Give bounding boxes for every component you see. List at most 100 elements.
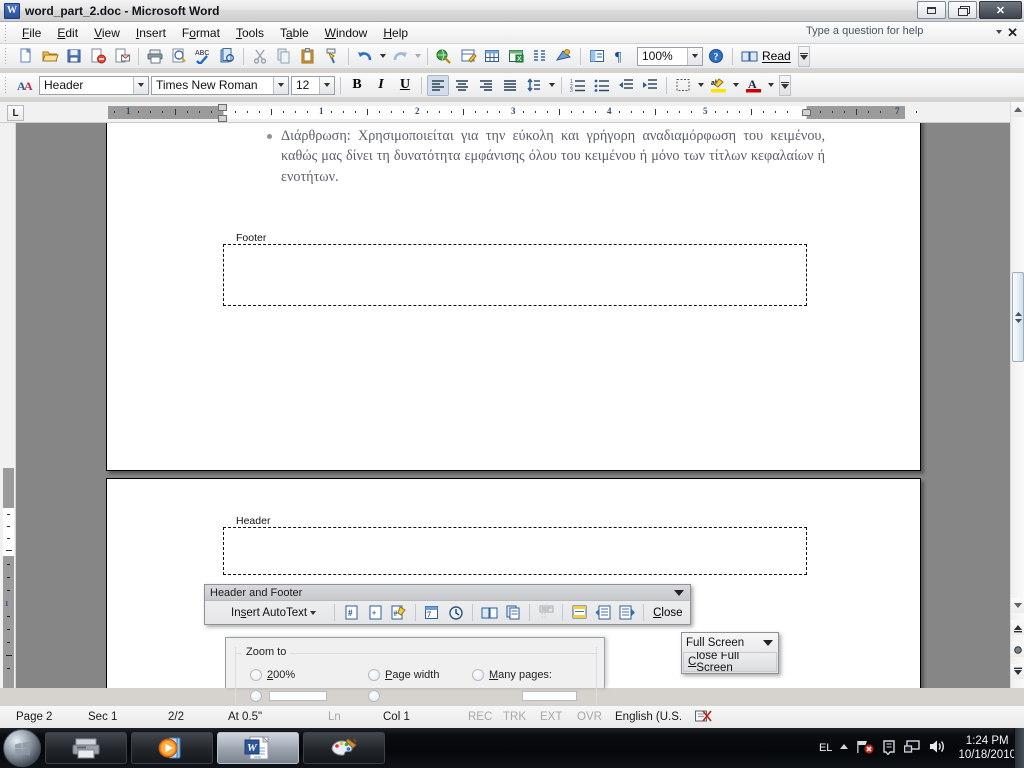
formatting-toolbar-grip[interactable] <box>3 77 10 93</box>
insert-date-icon[interactable]: 7 <box>421 602 443 623</box>
standard-toolbar-options-button[interactable] <box>797 45 810 67</box>
zoom-radio-row2-b[interactable] <box>368 690 380 702</box>
paste-icon[interactable] <box>297 46 319 67</box>
ask-a-question-box[interactable]: Type a question for help <box>804 25 994 41</box>
zoom-radio-200[interactable]: 200% <box>250 669 295 681</box>
show-formatting-marks-icon[interactable]: ¶ <box>610 46 632 67</box>
horizontal-ruler[interactable]: L 1 1 2 3 4 5 7 <box>0 102 1010 123</box>
close-header-footer-button[interactable]: Close <box>648 605 687 621</box>
next-page-button[interactable] <box>1011 664 1024 679</box>
zoom-percent-field[interactable] <box>269 691 327 701</box>
insert-hyperlink-icon[interactable] <box>433 46 455 67</box>
insert-time-icon[interactable] <box>445 602 467 623</box>
chevron-down-icon[interactable] <box>133 76 148 94</box>
header-and-footer-toolbar-title[interactable]: Header and Footer <box>205 585 690 601</box>
zoom-radio-many-pages[interactable]: Many pages: <box>472 669 552 681</box>
many-pages-field[interactable] <box>522 691 577 701</box>
zoom-dialog[interactable]: Zoom to 200% Page width Many pages: <box>225 637 605 707</box>
close-full-screen-button[interactable]: Close Full Screen <box>683 650 777 674</box>
align-left-icon[interactable] <box>427 74 449 96</box>
menu-window[interactable]: Window <box>317 23 376 43</box>
display-icon[interactable] <box>904 739 921 757</box>
full-screen-toolbar[interactable]: Full Screen Close Full Screen <box>681 632 779 674</box>
page1-body-text[interactable]: την επιλογή της συγκεκριμένης προβολής δ… <box>245 123 825 187</box>
spelling-check-icon[interactable]: ABC <box>192 46 214 67</box>
switch-between-header-and-footer-icon[interactable] <box>568 602 590 623</box>
document-map-icon[interactable] <box>586 46 608 67</box>
insert-number-of-pages-icon[interactable]: + <box>364 602 386 623</box>
font-color-dropdown-icon[interactable] <box>765 75 776 96</box>
new-document-icon[interactable] <box>15 46 37 67</box>
tray-language-indicator[interactable]: EL <box>819 742 832 754</box>
close-button[interactable]: ✕ <box>979 1 1022 19</box>
insert-table-icon[interactable] <box>481 46 503 67</box>
zoom-radio-row2-a[interactable] <box>250 690 262 702</box>
cut-scissors-icon[interactable] <box>249 46 271 67</box>
borders-icon[interactable] <box>672 75 694 96</box>
page-setup-icon[interactable] <box>478 602 500 623</box>
line-spacing-icon[interactable] <box>523 75 545 96</box>
columns-icon[interactable] <box>529 46 551 67</box>
show-hide-document-text-icon[interactable] <box>502 602 524 623</box>
chevron-down-icon[interactable] <box>310 610 317 615</box>
zoom-combo[interactable]: 100% <box>637 46 703 66</box>
print-icon[interactable] <box>144 46 166 67</box>
show-previous-icon[interactable] <box>592 602 614 623</box>
standard-toolbar-grip[interactable] <box>3 48 10 64</box>
volume-speaker-icon[interactable] <box>928 739 946 757</box>
font-size-combo[interactable]: 12 <box>291 75 335 95</box>
permission-icon[interactable] <box>87 46 109 67</box>
header-and-footer-toolbar[interactable]: Header and Footer Insert AutoText # + # … <box>204 584 691 625</box>
taskbar-item-media-player[interactable] <box>131 732 213 764</box>
network-error-icon[interactable] <box>856 739 875 758</box>
show-next-icon[interactable] <box>616 602 638 623</box>
highlight-dropdown-icon[interactable] <box>730 75 741 96</box>
research-icon[interactable] <box>216 46 238 67</box>
previous-page-button[interactable] <box>1011 620 1024 635</box>
vertical-scrollbar[interactable] <box>1010 102 1024 688</box>
borders-dropdown-icon[interactable] <box>695 75 706 96</box>
insert-excel-spreadsheet-icon[interactable]: X <box>505 46 527 67</box>
bulleted-list-icon[interactable] <box>591 75 613 96</box>
chevron-down-icon[interactable] <box>687 47 702 65</box>
header-edit-box[interactable]: Header <box>223 515 807 575</box>
insert-page-number-icon[interactable]: # <box>340 602 362 623</box>
undo-dropdown-icon[interactable] <box>377 46 388 67</box>
scroll-down-button[interactable] <box>1011 598 1024 613</box>
status-language[interactable]: English (U.S. <box>615 711 695 723</box>
undo-icon[interactable] <box>354 46 376 67</box>
ruler-track[interactable]: 1 1 2 3 4 5 7 <box>0 104 1010 122</box>
status-rec[interactable]: REC <box>468 711 503 723</box>
open-folder-icon[interactable] <box>39 46 61 67</box>
select-browse-object-button[interactable] <box>1011 642 1024 657</box>
bold-button[interactable]: B <box>346 75 368 96</box>
chevron-down-icon[interactable] <box>273 76 288 94</box>
menu-help[interactable]: Help <box>375 23 416 43</box>
spelling-and-grammar-status-icon[interactable] <box>695 709 712 726</box>
tables-and-borders-icon[interactable] <box>457 46 479 67</box>
email-icon[interactable] <box>111 46 133 67</box>
full-screen-toolbar-title[interactable]: Full Screen <box>682 633 778 652</box>
show-hidden-icons-chevron[interactable] <box>839 742 849 754</box>
format-page-number-icon[interactable]: # <box>388 602 410 623</box>
formatting-toolbar-options-button[interactable] <box>779 74 791 96</box>
menu-edit[interactable]: Edit <box>49 23 86 43</box>
action-center-icon[interactable] <box>881 739 897 758</box>
save-icon[interactable] <box>63 46 85 67</box>
status-ext[interactable]: EXT <box>540 711 577 723</box>
menu-file[interactable]: File <box>14 23 49 43</box>
redo-dropdown-icon[interactable] <box>412 46 423 67</box>
footer-edit-box[interactable]: Footer <box>223 232 807 306</box>
menu-format[interactable]: Format <box>174 23 228 43</box>
taskbar-item-microsoft-word[interactable]: W <box>217 732 299 764</box>
scroll-up-button[interactable] <box>1011 102 1024 117</box>
read-button[interactable]: Read <box>737 46 795 67</box>
italic-button[interactable]: I <box>370 75 392 96</box>
close-document-icon[interactable]: ✕ <box>1007 25 1018 41</box>
style-combo[interactable]: Header <box>39 75 149 95</box>
drawing-icon[interactable] <box>553 46 575 67</box>
menu-grip-handle[interactable] <box>3 24 10 41</box>
vertical-ruler[interactable]: 1 <box>0 123 16 688</box>
right-indent-marker[interactable] <box>802 109 811 116</box>
taskbar-item-printer[interactable] <box>45 732 127 764</box>
